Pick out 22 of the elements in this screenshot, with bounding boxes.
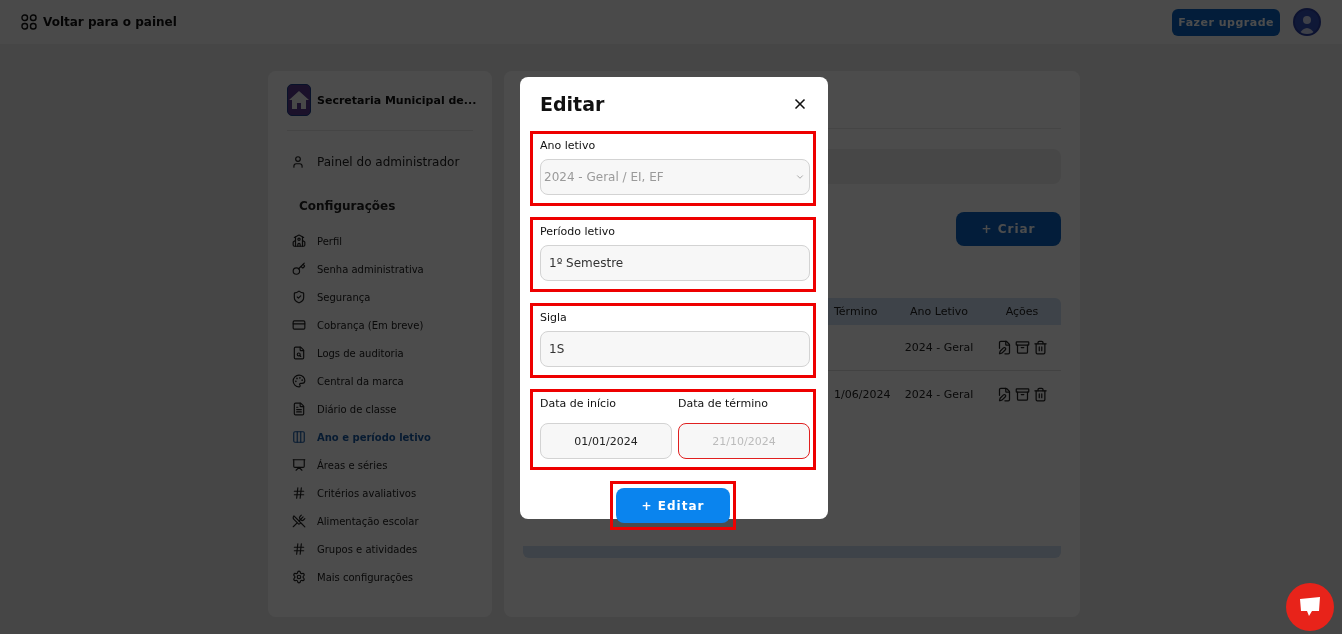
input-field[interactable]: 1S (540, 331, 810, 367)
chat-icon (1298, 596, 1322, 618)
section-title: Configurações (299, 199, 397, 213)
dialog-title: Editar (540, 93, 605, 115)
field-label: Data de término (678, 397, 769, 410)
column-header: Término (833, 305, 878, 318)
field-label: Ano letivo (540, 139, 597, 152)
column-header: Ano Letivo (909, 305, 968, 318)
input-field[interactable]: 1º Semestre (540, 245, 810, 281)
close-button[interactable] (792, 96, 808, 112)
table-cell: 2024 - Geral (904, 341, 974, 354)
field-label: Período letivo (540, 225, 616, 238)
table-cell-text: 1/06/2024 (833, 387, 891, 401)
table-cell: 2024 - Geral (904, 387, 974, 401)
field-label: Data de início (540, 397, 617, 410)
date-field[interactable]: 21/10/2024 (678, 423, 810, 459)
field-label: Sigla (540, 311, 568, 324)
edit-button[interactable]: + Editar (616, 488, 730, 523)
chevron-icon (795, 172, 805, 182)
date-field[interactable]: 01/01/2024 (540, 423, 672, 459)
column-header: Ações (1005, 305, 1039, 318)
organization-name: Secretaria Municipal de... (317, 93, 477, 107)
